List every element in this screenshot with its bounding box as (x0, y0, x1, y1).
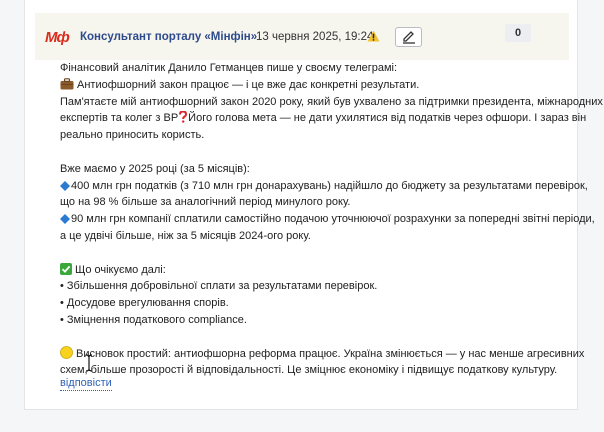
yellow-circle-icon (60, 345, 73, 359)
comment-card: Мф Консультант порталу «Мінфін» 13 червн… (24, 0, 603, 410)
text-span: Його голова мета — не дати ухилятися від… (188, 112, 587, 125)
text-span: Висновок простий: антиофшорна реформа пр… (76, 347, 585, 360)
text-line: Що очікуємо далі: (60, 262, 580, 279)
text-line: • Досудове врегулювання спорів. (60, 297, 229, 310)
text-line: Пам'ятаєте мій антиофшорний закон 2020 р… (60, 95, 603, 108)
text-line: Вже маємо у 2025 році (за 5 місяців): (60, 162, 250, 175)
blue-diamond-icon (60, 180, 70, 191)
briefcase-icon (60, 77, 74, 90)
edit-button[interactable] (395, 27, 422, 47)
minfin-logo: Мф (45, 29, 70, 46)
text-line: а це удвічі більше, ніж за 5 місяців 202… (60, 229, 311, 242)
author-name[interactable]: Консультант порталу «Мінфін» (80, 30, 257, 44)
text-line: Висновок простий: антиофшорна реформа пр… (60, 345, 584, 363)
pencil-icon (403, 31, 415, 44)
text-line: реально приносить користь. (60, 129, 205, 142)
text-span: 90 млн грн компанії сплатили самостійно … (71, 213, 595, 226)
text-line: • Зміцнення податкового compliance. (60, 313, 247, 326)
reply-count-badge: 0 (505, 24, 531, 42)
text-line: • Збільшення добровільної сплати за резу… (60, 280, 378, 293)
text-line: що на 98 % більше за аналогічний період … (60, 196, 351, 209)
text-line: експертів та колег з ВР Його голова мета … (60, 110, 586, 127)
blue-diamond-icon (60, 214, 70, 225)
text-line: 400 млн грн податків (з 710 млн грн дона… (60, 178, 588, 195)
post-date: 13 червня 2025, 19:24 (256, 31, 374, 43)
red-question-icon (179, 111, 188, 124)
text-line: Фінансовий аналітик Данило Гетманцев пиш… (60, 62, 398, 74)
reply-link[interactable]: відповісти (60, 377, 112, 391)
text-span: експертів та колег з ВР (60, 112, 179, 125)
comment-header: Мф Консультант порталу «Мінфін» 13 червн… (35, 13, 569, 60)
text-line: схем, більше прозорості й відповідальнос… (60, 364, 558, 377)
text-span: 400 млн грн податків (з 710 млн грн дона… (71, 179, 588, 192)
text-line: 90 млн грн компанії сплатили самостійно … (60, 211, 595, 228)
warning-icon[interactable] (367, 30, 380, 42)
comment-body: Фінансовий аналітик Данило Гетманцев пиш… (60, 60, 603, 379)
text-cursor-icon (85, 354, 93, 372)
text-line: Антиофшорний закон працює — і це вже дає… (60, 77, 580, 94)
green-check-icon (60, 262, 72, 275)
text-span: Що очікуємо далі: (75, 263, 166, 276)
text-span: Антиофшорний закон працює — і це вже дає… (77, 78, 420, 91)
